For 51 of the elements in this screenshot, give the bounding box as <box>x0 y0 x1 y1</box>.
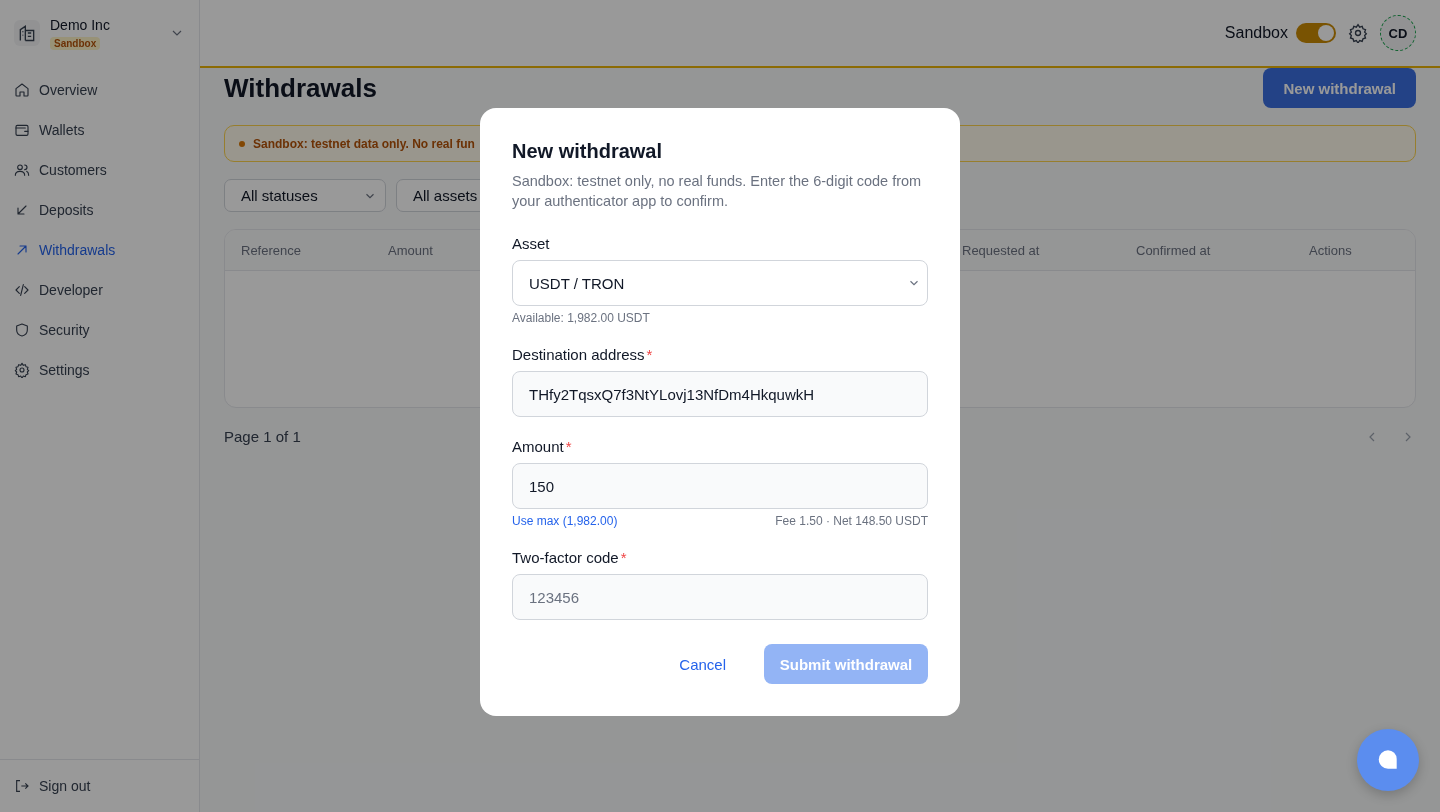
sidebar-item[interactable]: Customers <box>0 150 199 190</box>
input-field[interactable]: THfy2TqsxQ7f3NtYLovj13NfDm4HkquwkH <box>512 371 928 417</box>
column-header: Reference <box>241 242 301 258</box>
settings-icon[interactable] <box>1348 23 1368 43</box>
field-label: Destination address <box>512 346 645 363</box>
building-icon <box>14 20 40 46</box>
dialog-title: New withdrawal <box>512 140 664 163</box>
required-mark: * <box>565 438 572 455</box>
user-avatar[interactable]: CD <box>1380 15 1416 51</box>
sidebar-item[interactable]: Settings <box>0 350 199 390</box>
sidebar-item[interactable]: Deposits <box>0 190 199 230</box>
column-header: Confirmed at <box>1136 242 1211 258</box>
field-label: Two-factor code <box>512 549 619 566</box>
field-label: Asset <box>512 235 550 252</box>
cancel-button[interactable]: Cancel <box>673 654 732 674</box>
input-field[interactable]: 150 <box>512 463 928 509</box>
field-label: Amount <box>512 438 564 455</box>
field-hint: Available: 1,982.00 USDT <box>512 311 651 325</box>
fee-text: Fee 1.50 · Net 148.50 USDT <box>775 514 928 528</box>
sidebar-item[interactable]: Wallets <box>0 110 199 150</box>
input-field[interactable]: 123456 <box>512 574 928 620</box>
settings-icon <box>14 362 30 378</box>
sidebar-item[interactable]: Overview <box>0 70 199 110</box>
organization-name: Demo Inc <box>50 16 111 33</box>
environment-badge: Sandbox <box>50 36 101 50</box>
sandbox-toggle[interactable] <box>1296 23 1336 43</box>
wallet-icon <box>14 122 30 138</box>
sandbox-label: Sandbox <box>1224 24 1288 42</box>
shield-icon <box>14 322 30 338</box>
pagination-text: Page 1 of 1 <box>224 428 301 445</box>
status-dot-icon <box>239 140 245 147</box>
banner-text: Sandbox: testnet data only. No real fun <box>253 136 475 151</box>
sign-out-link[interactable]: Sign out <box>0 759 199 812</box>
code-icon <box>14 282 30 298</box>
people-icon <box>14 162 30 178</box>
column-header: Requested at <box>962 242 1040 258</box>
asset-select[interactable]: USDT / TRON <box>512 260 928 306</box>
new-withdrawal-button[interactable]: New withdrawal <box>1263 68 1416 108</box>
sidebar-item[interactable]: Withdrawals <box>0 230 199 270</box>
sign-out-icon <box>14 778 30 794</box>
required-mark: * <box>620 549 627 566</box>
required-mark: * <box>646 346 653 363</box>
filter-select[interactable]: All statuses <box>224 179 386 212</box>
home-icon <box>14 82 30 98</box>
sidebar-item[interactable]: Security <box>0 310 199 350</box>
column-header: Amount <box>388 242 433 258</box>
sidebar-item[interactable]: Developer <box>0 270 199 310</box>
use-max-link[interactable]: Use max (1,982.00) <box>512 514 618 528</box>
column-header: Actions <box>1309 242 1352 258</box>
chat-button[interactable] <box>1357 729 1419 791</box>
page-title: Withdrawals <box>224 72 377 104</box>
